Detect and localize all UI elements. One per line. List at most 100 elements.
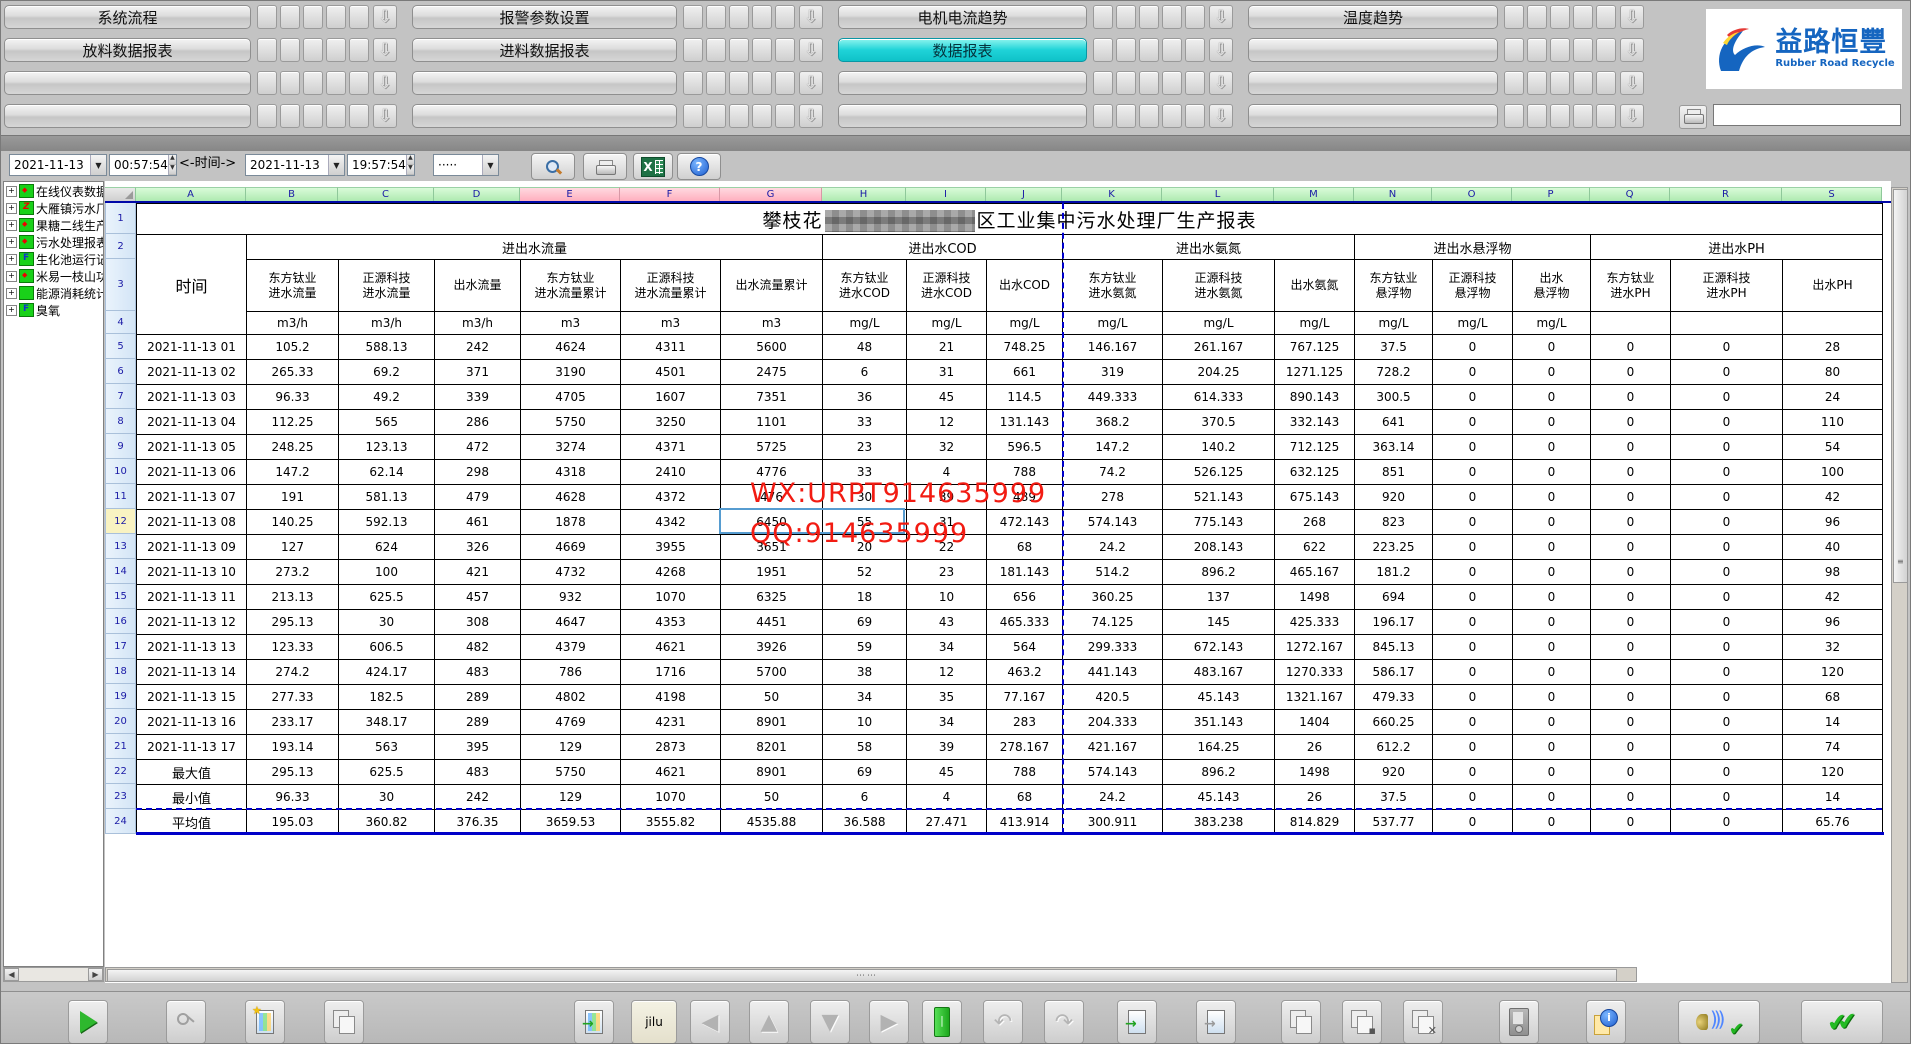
table-cell[interactable]: 45 xyxy=(907,385,987,410)
table-cell[interactable]: 896.2 xyxy=(1163,760,1275,785)
row-number-17[interactable]: 17 xyxy=(105,634,136,659)
table-cell[interactable]: 278 xyxy=(1063,485,1163,510)
nav-slot-cell[interactable] xyxy=(1139,104,1159,128)
nav-slot-cell[interactable] xyxy=(280,104,300,128)
table-cell[interactable]: 147.2 xyxy=(247,460,339,485)
table-cell[interactable]: 1607 xyxy=(621,385,721,410)
table-cell[interactable]: 4311 xyxy=(621,335,721,360)
table-cell[interactable]: 3190 xyxy=(521,360,621,385)
table-cell[interactable]: 30 xyxy=(339,610,435,635)
nav-slot-cell[interactable] xyxy=(1116,5,1136,29)
row-number-24[interactable]: 24 xyxy=(105,809,136,834)
current-record-button[interactable]: | xyxy=(922,1000,962,1044)
nav-slot-cell[interactable] xyxy=(1093,71,1113,95)
nav-slot-cell[interactable] xyxy=(1596,104,1616,128)
table-cell[interactable]: 80 xyxy=(1783,360,1883,385)
nav-slot-cell[interactable] xyxy=(1527,5,1547,29)
table-cell[interactable]: 2021-11-13 03 xyxy=(137,385,247,410)
table-cell[interactable]: 788 xyxy=(987,760,1063,785)
row-number-11[interactable]: 11 xyxy=(105,484,136,509)
table-cell[interactable]: 0 xyxy=(1591,360,1671,385)
table-cell[interactable]: 514.2 xyxy=(1063,560,1163,585)
tree-expand-icon[interactable]: + xyxy=(6,305,17,316)
table-cell[interactable]: 4624 xyxy=(521,335,621,360)
arrow-down-icon[interactable]: ⇩ xyxy=(373,71,397,95)
table-cell[interactable]: 348.17 xyxy=(339,710,435,735)
column-letter-P[interactable]: P xyxy=(1512,187,1590,201)
table-cell[interactable]: 37.5 xyxy=(1355,785,1433,810)
table-cell[interactable]: 1878 xyxy=(521,510,621,535)
table-cell[interactable]: 140.25 xyxy=(247,510,339,535)
table-cell[interactable]: 48 xyxy=(823,335,907,360)
table-cell[interactable]: 7351 xyxy=(721,385,823,410)
table-cell[interactable]: 457 xyxy=(435,585,521,610)
tree-expand-icon[interactable]: + xyxy=(6,203,17,214)
row-number-6[interactable]: 6 xyxy=(105,359,136,384)
table-cell[interactable]: 58 xyxy=(823,735,907,760)
table-cell[interactable]: 4647 xyxy=(521,610,621,635)
window-cascade-button[interactable] xyxy=(1281,1000,1321,1044)
table-cell[interactable]: 814.829 xyxy=(1275,810,1355,835)
table-cell[interactable]: 4621 xyxy=(621,635,721,660)
table-cell[interactable]: 2021-11-13 04 xyxy=(137,410,247,435)
table-cell[interactable]: 26 xyxy=(1275,785,1355,810)
table-cell[interactable]: 592.13 xyxy=(339,510,435,535)
table-cell[interactable]: 614.333 xyxy=(1163,385,1275,410)
table-cell[interactable]: 96 xyxy=(1783,610,1883,635)
nav-slot-cell[interactable] xyxy=(1185,5,1205,29)
table-cell[interactable]: 45.143 xyxy=(1163,685,1275,710)
table-cell[interactable]: 0 xyxy=(1513,610,1591,635)
tree-scrollbar[interactable]: ◀ ▶ xyxy=(3,967,104,982)
table-cell[interactable]: 5750 xyxy=(521,410,621,435)
print-button[interactable] xyxy=(583,153,627,180)
arrow-down-icon[interactable]: ⇩ xyxy=(799,104,823,128)
nav-button-进料数据报表[interactable]: 进料数据报表 xyxy=(412,38,677,62)
column-letter-D[interactable]: D xyxy=(434,187,520,201)
table-cell[interactable]: 0 xyxy=(1433,660,1513,685)
arrow-down-icon[interactable]: ⇩ xyxy=(1620,104,1644,128)
table-cell[interactable]: 43 xyxy=(907,610,987,635)
command-input[interactable] xyxy=(1713,104,1901,126)
run-button[interactable] xyxy=(68,1000,108,1044)
nav-slot-cell[interactable] xyxy=(1550,104,1570,128)
table-cell[interactable]: 50 xyxy=(721,785,823,810)
nav-button-empty[interactable] xyxy=(4,71,251,95)
table-cell[interactable]: 40 xyxy=(1783,535,1883,560)
table-cell[interactable]: 565 xyxy=(339,410,435,435)
table-cell[interactable]: 0 xyxy=(1513,460,1591,485)
table-cell[interactable]: 0 xyxy=(1591,610,1671,635)
table-cell[interactable]: 424.17 xyxy=(339,660,435,685)
table-cell[interactable]: 68 xyxy=(1783,685,1883,710)
table-cell[interactable]: 4535.88 xyxy=(721,810,823,835)
table-cell[interactable]: 100 xyxy=(1783,460,1883,485)
table-cell[interactable]: 77.167 xyxy=(987,685,1063,710)
arrow-down-icon[interactable]: ⇩ xyxy=(373,38,397,62)
tree-item[interactable]: +臭氧 xyxy=(6,302,103,318)
table-cell[interactable]: 694 xyxy=(1355,585,1433,610)
table-cell[interactable]: 368.2 xyxy=(1063,410,1163,435)
table-cell[interactable]: 461 xyxy=(435,510,521,535)
nav-slot-cell[interactable] xyxy=(257,71,277,95)
nav-button-empty[interactable] xyxy=(412,71,677,95)
row-number-21[interactable]: 21 xyxy=(105,734,136,759)
table-cell[interactable]: 672.143 xyxy=(1163,635,1275,660)
nav-slot-cell[interactable] xyxy=(257,5,277,29)
table-cell[interactable]: 14 xyxy=(1783,785,1883,810)
row-number-16[interactable]: 16 xyxy=(105,609,136,634)
nav-button-温度趋势[interactable]: 温度趋势 xyxy=(1248,5,1498,29)
table-cell[interactable]: 612.2 xyxy=(1355,735,1433,760)
table-cell[interactable]: 0 xyxy=(1433,735,1513,760)
table-cell[interactable]: 300.911 xyxy=(1063,810,1163,835)
table-cell[interactable]: 1270.333 xyxy=(1275,660,1355,685)
table-cell[interactable]: 4198 xyxy=(621,685,721,710)
scroll-right-icon[interactable]: ▶ xyxy=(88,968,103,981)
nav-slot-cell[interactable] xyxy=(1596,71,1616,95)
nav-slot-cell[interactable] xyxy=(349,71,369,95)
scroll-thumb[interactable]: ≡ xyxy=(1893,189,1908,583)
info-button[interactable]: i xyxy=(1586,1000,1626,1044)
column-letter-B[interactable]: B xyxy=(246,187,338,201)
table-cell[interactable]: 96 xyxy=(1783,510,1883,535)
nav-slot-cell[interactable] xyxy=(706,104,726,128)
table-cell[interactable]: 395 xyxy=(435,735,521,760)
arrow-down-icon[interactable]: ⇩ xyxy=(1209,71,1233,95)
